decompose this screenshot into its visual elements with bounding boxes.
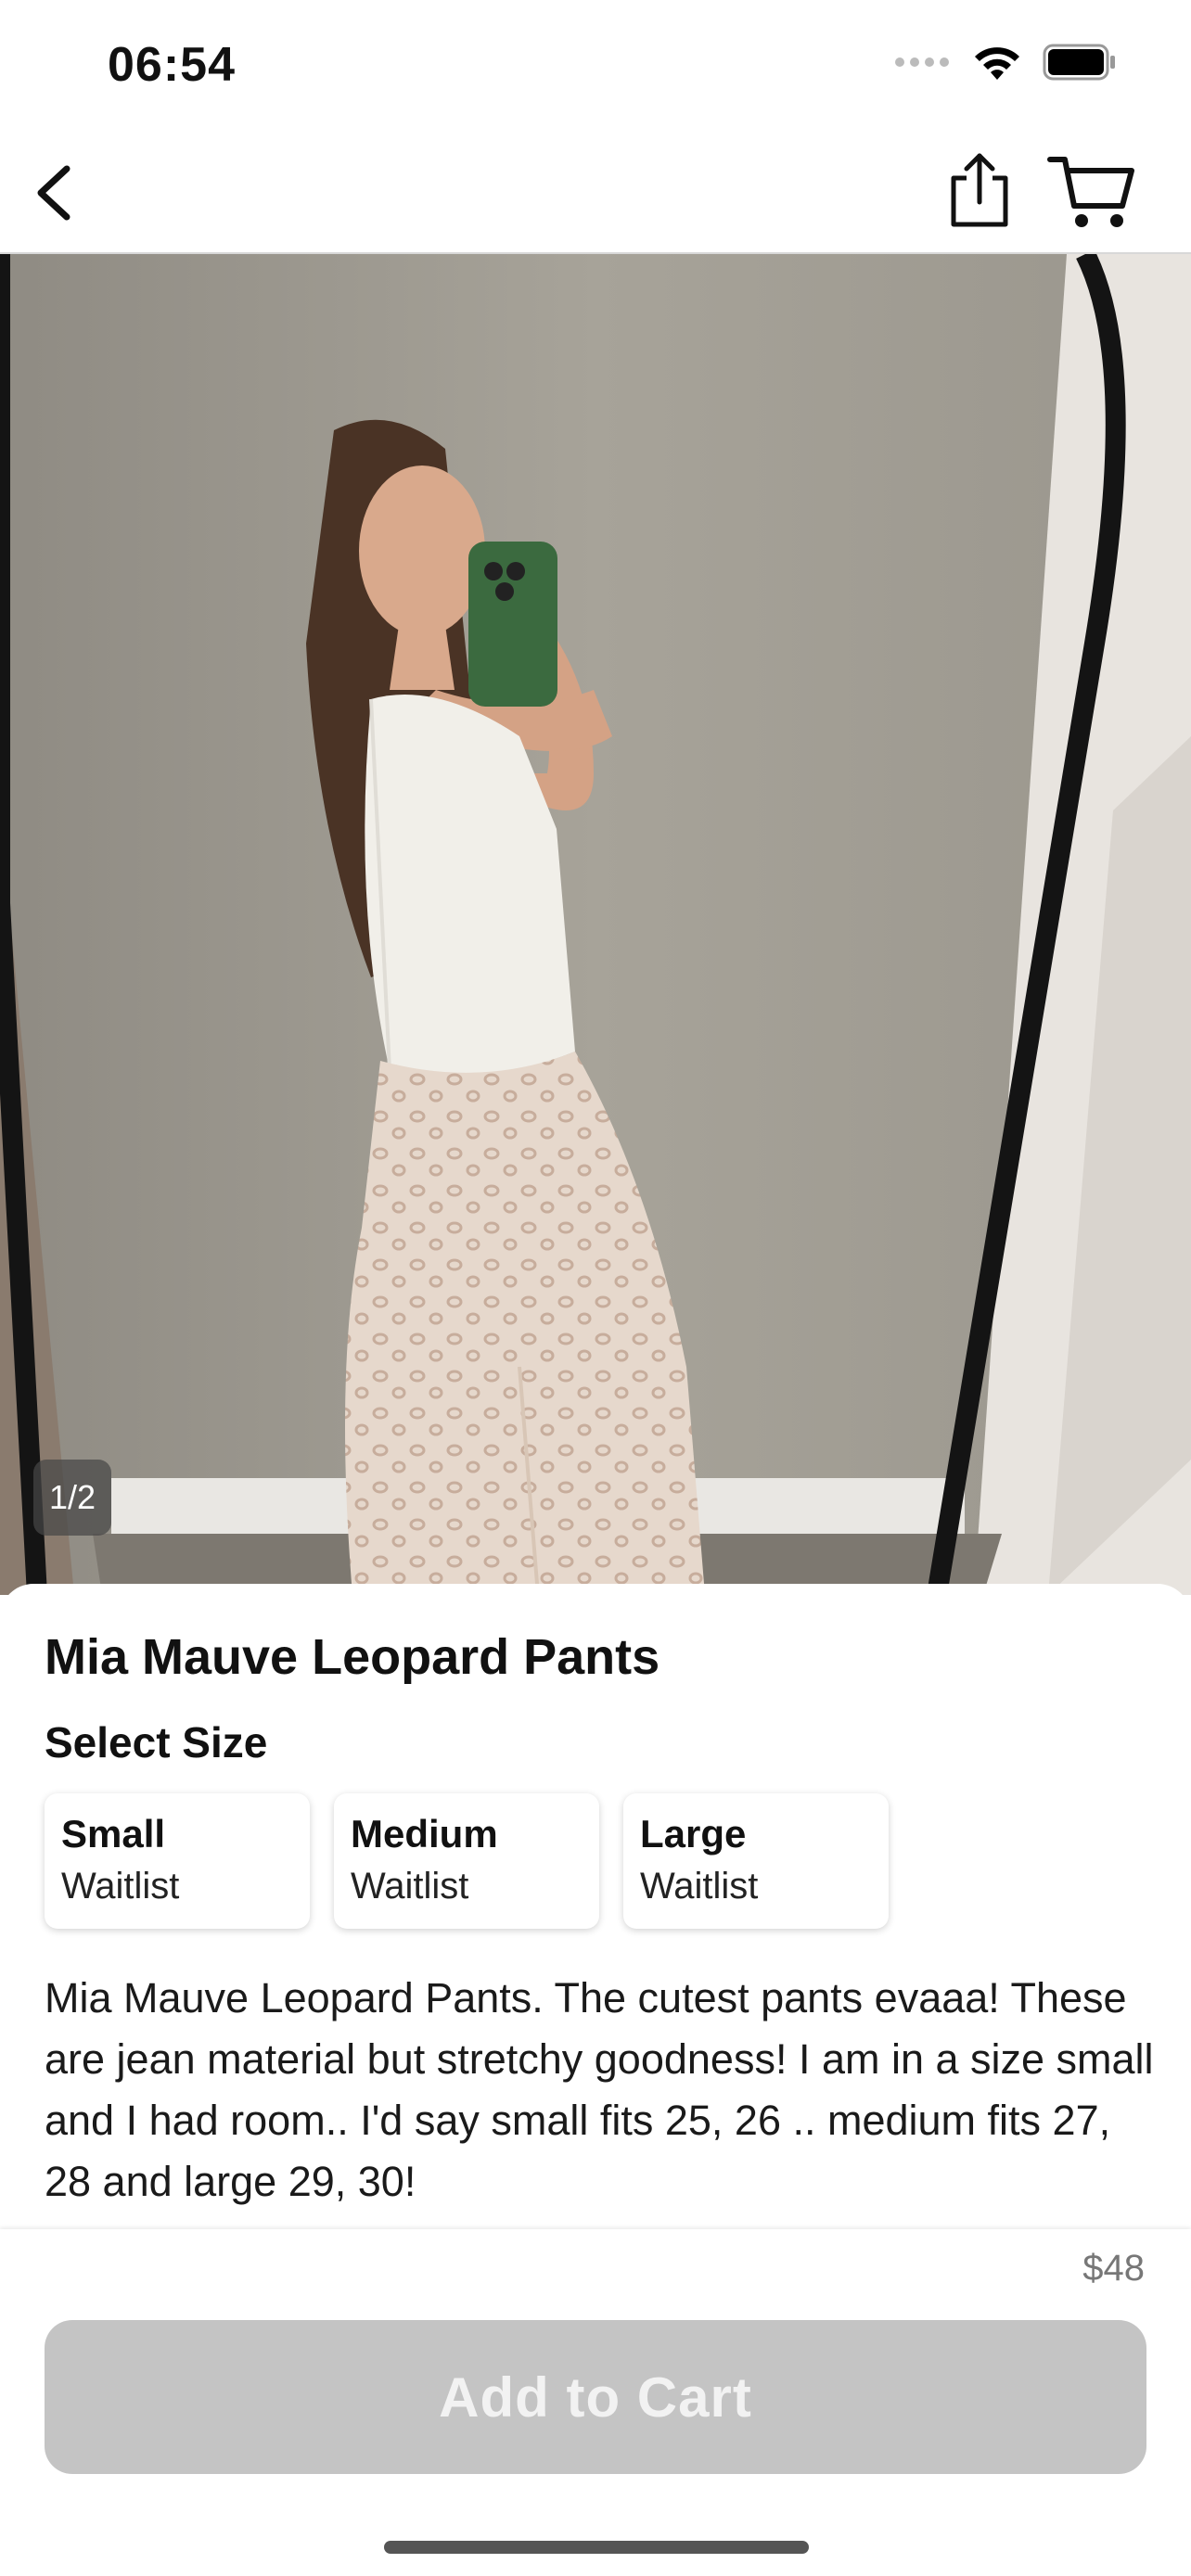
product-description: Mia Mauve Leopard Pants. The cutest pant… [45, 1974, 1154, 2205]
size-option-small[interactable]: Small Waitlist [45, 1793, 310, 1929]
size-name: Medium [351, 1812, 498, 1855]
wifi-icon [975, 47, 1019, 80]
product-photo [0, 254, 1191, 1595]
add-to-cart-button[interactable]: Add to Cart [45, 2320, 1146, 2474]
status-time: 06:54 [108, 38, 236, 92]
product-title: Mia Mauve Leopard Pants [45, 1629, 660, 1685]
share-button[interactable] [944, 150, 1015, 230]
battery-icon [1043, 44, 1115, 81]
product-image[interactable] [0, 254, 1191, 1595]
back-button[interactable] [26, 156, 100, 230]
size-name: Small [61, 1812, 166, 1855]
image-counter: 1/2 [33, 1460, 111, 1536]
product-price: $48 [1082, 2248, 1145, 2289]
size-status: Waitlist [61, 1866, 180, 1906]
signal-dots-icon [895, 57, 949, 67]
cart-button[interactable] [1046, 152, 1139, 232]
size-option-large[interactable]: Large Waitlist [623, 1793, 889, 1929]
home-indicator[interactable] [384, 2541, 809, 2554]
cart-icon [1047, 157, 1134, 227]
select-size-label: Select Size [45, 1718, 268, 1766]
size-status: Waitlist [351, 1866, 469, 1906]
size-status: Waitlist [640, 1866, 759, 1906]
status-icons [894, 43, 1117, 82]
size-option-medium[interactable]: Medium Waitlist [334, 1793, 599, 1929]
chevron-left-icon [37, 165, 70, 221]
size-name: Large [640, 1812, 747, 1855]
share-icon [951, 153, 1008, 227]
